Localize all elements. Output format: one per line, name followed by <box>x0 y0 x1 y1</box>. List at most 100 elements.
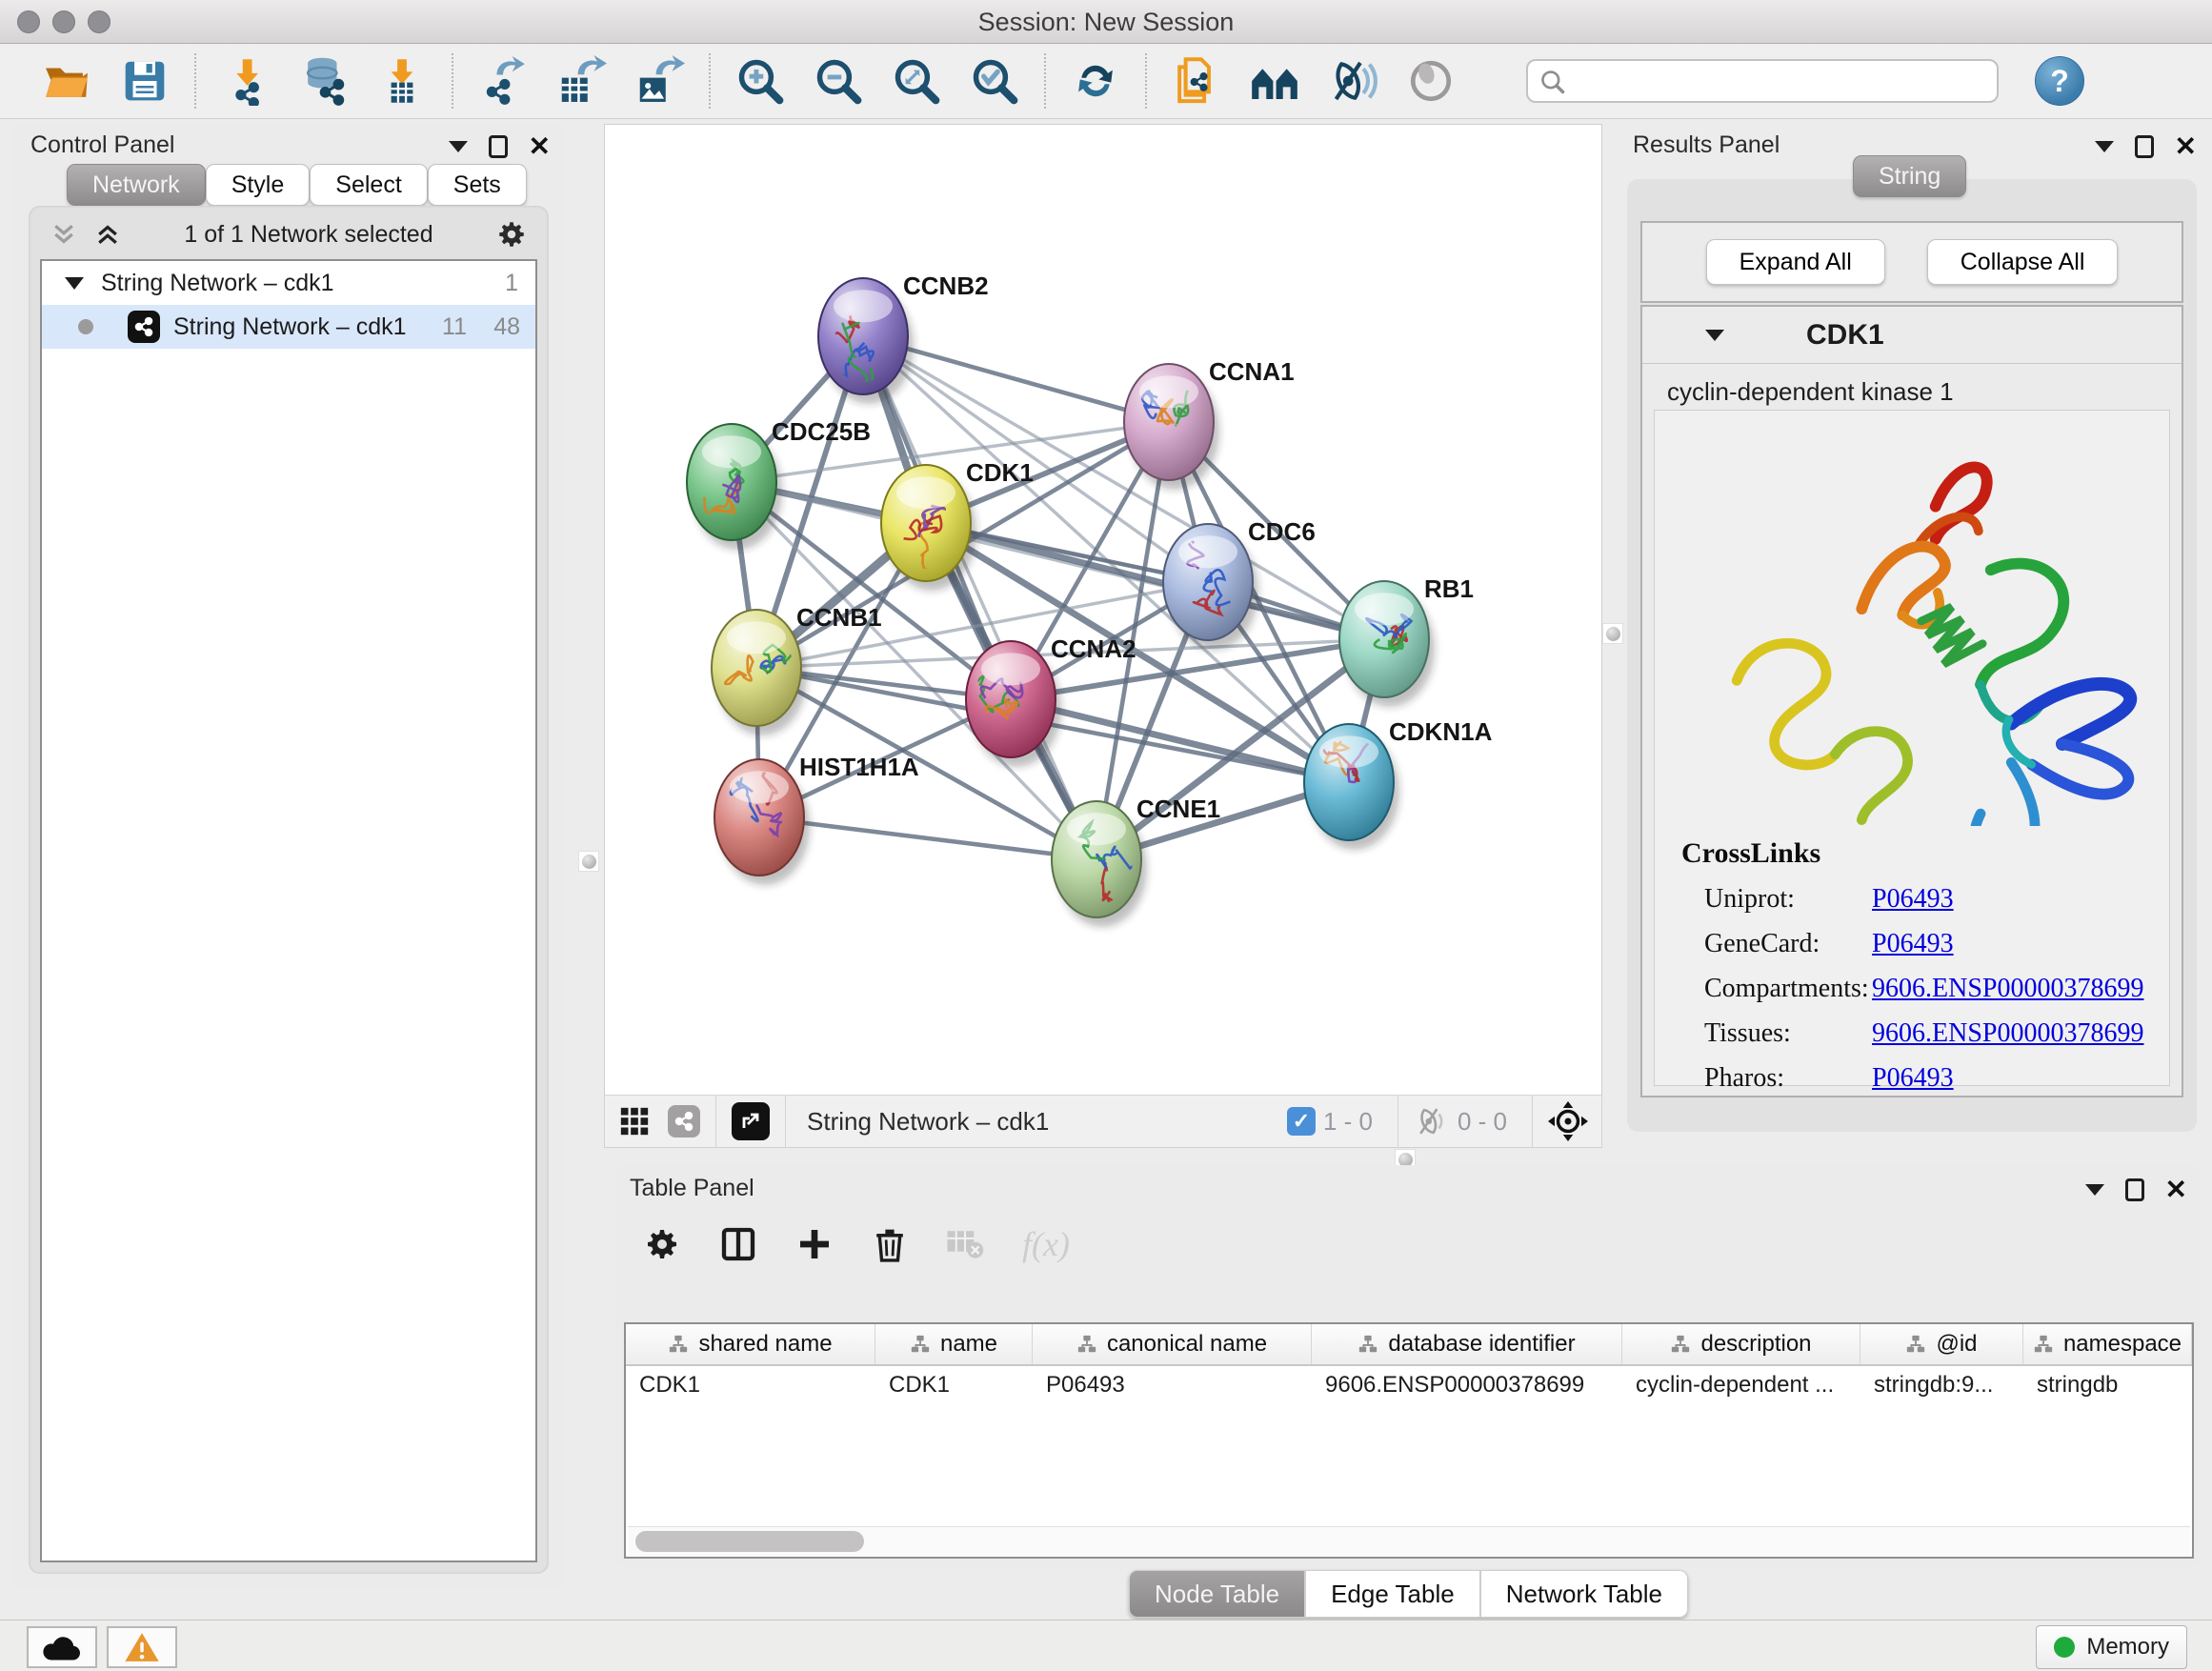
table-cell[interactable]: 9606.ENSP00000378699 <box>1312 1366 1622 1406</box>
scrollbar-thumb[interactable] <box>635 1531 864 1552</box>
close-panel-icon[interactable]: ✕ <box>529 135 551 158</box>
crosslink-link[interactable]: P06493 <box>1872 1063 1954 1094</box>
column-header--id[interactable]: @id <box>1860 1324 2023 1364</box>
column-header-canonical-name[interactable]: canonical name <box>1033 1324 1312 1364</box>
export-network-icon <box>478 56 528 106</box>
table-cell[interactable]: CDK1 <box>626 1366 875 1406</box>
export-table-button[interactable] <box>554 54 608 108</box>
show-columns-icon[interactable] <box>719 1225 757 1263</box>
left-splitter-handle[interactable] <box>578 851 599 872</box>
zoom-in-button[interactable] <box>734 54 787 108</box>
close-panel-icon[interactable]: ✕ <box>2175 135 2197 158</box>
tab-node-table[interactable]: Node Table <box>1129 1570 1305 1618</box>
tab-sets[interactable]: Sets <box>428 164 527 206</box>
collapse-all-icon[interactable] <box>50 220 78 249</box>
create-column-icon[interactable] <box>795 1225 834 1263</box>
open-session-button[interactable] <box>40 54 93 108</box>
apply-layout-button[interactable] <box>1069 54 1122 108</box>
table-cell[interactable]: cyclin-dependent ... <box>1622 1366 1860 1406</box>
float-panel-icon[interactable] <box>2125 1178 2144 1201</box>
crosslink-link[interactable]: P06493 <box>1872 929 1954 959</box>
delete-column-icon[interactable] <box>872 1225 908 1263</box>
network-collection-row[interactable]: String Network – cdk1 1 <box>42 261 535 305</box>
panel-menu-icon[interactable] <box>2095 141 2114 152</box>
export-network-button[interactable] <box>476 54 530 108</box>
import-network-from-database-button[interactable] <box>297 54 351 108</box>
network-view-share-icon[interactable] <box>668 1105 700 1137</box>
zoom-fit-button[interactable] <box>890 54 943 108</box>
tab-network-table[interactable]: Network Table <box>1480 1570 1688 1618</box>
close-panel-icon[interactable]: ✕ <box>2165 1178 2187 1201</box>
float-panel-icon[interactable] <box>489 135 508 158</box>
show-graphics-details-button[interactable] <box>1404 54 1458 108</box>
tab-string[interactable]: String <box>1853 155 1966 197</box>
column-header-name[interactable]: name <box>875 1324 1033 1364</box>
crosslink-label: Tissues: <box>1704 1018 1872 1049</box>
warnings-button[interactable] <box>107 1626 177 1668</box>
table-cell[interactable]: stringdb:9... <box>1860 1366 2023 1406</box>
zoom-selected-button[interactable] <box>968 54 1021 108</box>
grid-view-icon[interactable] <box>618 1105 651 1137</box>
hidden-eye-slash-icon[interactable] <box>1414 1107 1450 1136</box>
node-CCNA2[interactable] <box>966 641 1061 767</box>
network-canvas[interactable]: CCNB2CCNA1CDC25BCDK1CDC6RB1CCNB1CCNA2CDK… <box>605 125 1601 1095</box>
edge-HIST1H1A-CCNE1[interactable] <box>759 817 1096 859</box>
node-CCNE1[interactable] <box>1052 801 1147 927</box>
table-cell[interactable]: CDK1 <box>875 1366 1033 1406</box>
node-CDKN1A[interactable] <box>1304 724 1399 850</box>
table-horizontal-scrollbar[interactable] <box>628 1526 2190 1555</box>
column-header-shared-name[interactable]: shared name <box>626 1324 875 1364</box>
memory-button[interactable]: Memory <box>2036 1625 2187 1669</box>
network-row-selected[interactable]: String Network – cdk1 11 48 <box>42 305 535 349</box>
copy-network-view-button[interactable] <box>1170 54 1223 108</box>
cdk1-section-box: CDK1 cyclin-dependent kinase 1 CrossLink… <box>1640 305 2183 1097</box>
column-header-description[interactable]: description <box>1622 1324 1860 1364</box>
float-panel-icon[interactable] <box>2135 135 2154 158</box>
node-HIST1H1A[interactable] <box>714 759 810 885</box>
network-options-gear-icon[interactable] <box>495 218 528 251</box>
table-type-tabs: Node TableEdge TableNetwork Table <box>1129 1570 1688 1618</box>
zoom-out-button[interactable] <box>812 54 865 108</box>
node-RB1[interactable] <box>1339 581 1435 707</box>
zoom-selected-icon <box>970 56 1019 106</box>
collection-expand-icon[interactable] <box>65 277 84 290</box>
selected-indicator-checkbox[interactable]: ✓ <box>1287 1107 1316 1136</box>
save-session-button[interactable] <box>118 54 171 108</box>
collapse-all-button[interactable]: Collapse All <box>1927 239 2119 285</box>
expand-all-icon[interactable] <box>93 220 122 249</box>
tab-style[interactable]: Style <box>206 164 311 206</box>
column-header-namespace[interactable]: namespace <box>2023 1324 2192 1364</box>
panel-menu-icon[interactable] <box>2085 1184 2104 1196</box>
node-CCNA1[interactable] <box>1124 364 1219 490</box>
show-all-networks-button[interactable] <box>1248 54 1301 108</box>
expand-all-button[interactable]: Expand All <box>1706 239 1885 285</box>
crosslink-link[interactable]: P06493 <box>1872 884 1954 915</box>
help-button[interactable]: ? <box>2035 56 2084 106</box>
section-collapse-icon[interactable] <box>1705 330 1724 341</box>
panel-menu-icon[interactable] <box>449 141 468 152</box>
memory-status-dot <box>2054 1637 2075 1658</box>
search-input[interactable] <box>1526 59 1999 103</box>
table-cell[interactable]: stringdb <box>2023 1366 2192 1406</box>
table-panel: Table Panel ✕ f(x) shared namenamecanoni… <box>616 1165 2201 1567</box>
crosslink-link[interactable]: 9606.ENSP00000378699 <box>1872 1018 2143 1049</box>
table-row[interactable]: CDK1CDK1P064939606.ENSP00000378699cyclin… <box>626 1366 2192 1406</box>
table-options-gear-icon[interactable] <box>643 1225 681 1263</box>
table-cell[interactable]: P06493 <box>1033 1366 1312 1406</box>
import-network-button[interactable] <box>219 54 272 108</box>
node-CDC6[interactable] <box>1163 521 1258 650</box>
export-image-button[interactable] <box>633 54 686 108</box>
node-CDK1[interactable] <box>881 465 976 591</box>
column-header-database-identifier[interactable]: database identifier <box>1312 1324 1622 1364</box>
detach-view-icon[interactable] <box>732 1102 770 1140</box>
tab-network[interactable]: Network <box>67 164 206 206</box>
import-table-button[interactable] <box>375 54 429 108</box>
birdseye-crosshair-icon[interactable] <box>1548 1101 1588 1141</box>
cloud-button[interactable] <box>27 1626 97 1668</box>
hide-selected-button[interactable] <box>1326 54 1379 108</box>
crosslink-link[interactable]: 9606.ENSP00000378699 <box>1872 974 2143 1004</box>
cdk1-section-header[interactable]: CDK1 <box>1642 307 2182 364</box>
tab-select[interactable]: Select <box>310 164 427 206</box>
node-CCNB2[interactable] <box>818 278 914 404</box>
tab-edge-table[interactable]: Edge Table <box>1305 1570 1480 1618</box>
